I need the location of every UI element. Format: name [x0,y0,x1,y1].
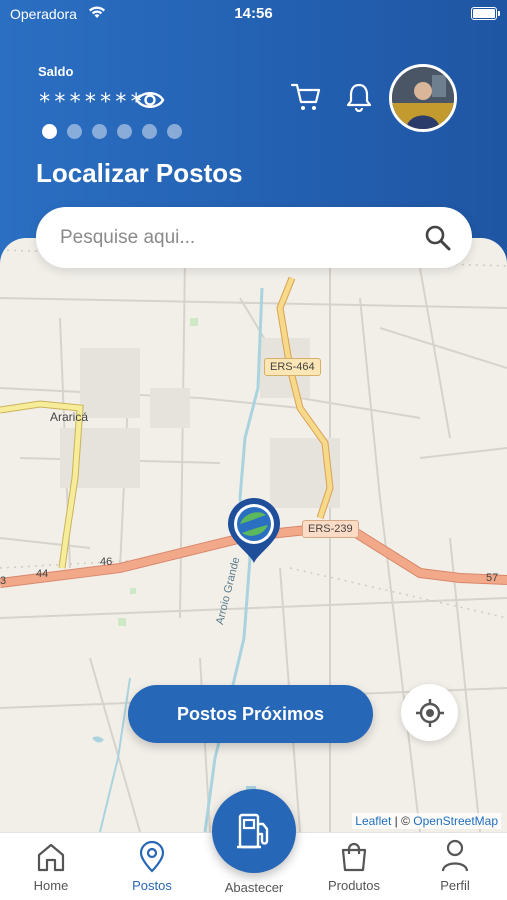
road-number-3: 3 [0,575,7,587]
crosshair-icon [415,698,444,727]
road-shield-ers464: ERS-464 [264,358,321,376]
user-icon [441,839,469,872]
nav-item-home[interactable]: Home [1,833,101,900]
nav-label-abastecer: Abastecer [224,880,284,895]
nav-item-produtos[interactable]: Produtos [304,833,404,900]
search-icon[interactable] [424,224,452,252]
carousel-dot[interactable] [117,124,132,139]
shopping-bag-icon [341,842,367,872]
nav-label: Home [33,878,69,893]
nav-label: Postos [132,878,172,893]
carousel-dot[interactable] [67,124,82,139]
status-time: 14:56 [234,5,273,22]
balance-value: ******* [38,90,145,115]
road-number-46: 46 [100,556,113,568]
status-bar: Operadora 14:56 [0,0,507,30]
carousel-dot[interactable] [42,124,57,139]
carousel-dot[interactable] [92,124,107,139]
road-number-44: 44 [36,568,49,580]
map-attribution: Leaflet | © OpenStreetMap [352,813,501,829]
nav-label: Produtos [327,878,381,893]
station-pin-icon[interactable] [226,497,282,565]
bell-icon[interactable] [344,82,374,112]
map-place-label: Araricá [50,410,89,424]
location-pin-icon [139,841,165,873]
road-number-57: 57 [486,572,499,584]
leaflet-link[interactable]: Leaflet [355,814,391,828]
page-title: Localizar Postos [36,158,243,188]
cart-icon[interactable] [290,82,322,112]
osm-link[interactable]: OpenStreetMap [413,814,498,828]
avatar-photo [392,67,454,129]
balance-label: Saldo [38,64,74,79]
road-shield-ers239: ERS-239 [302,520,359,538]
search-bar[interactable] [36,207,472,268]
avatar[interactable] [389,64,457,132]
nav-label: Perfil [440,878,470,893]
nav-item-perfil[interactable]: Perfil [405,833,505,900]
carousel-dots [42,124,182,139]
home-icon [37,843,65,872]
battery-icon [471,7,500,20]
attribution-separator: | © [391,814,414,828]
eye-icon[interactable] [135,87,165,113]
fuel-pump-icon [237,813,269,849]
nav-item-postos[interactable]: Postos [102,833,202,900]
fuel-button[interactable] [212,789,296,873]
carousel-dot[interactable] [142,124,157,139]
nearby-stations-button[interactable]: Postos Próximos [128,685,373,743]
search-input[interactable] [60,207,410,268]
carousel-dot[interactable] [167,124,182,139]
locate-me-button[interactable] [401,684,458,741]
